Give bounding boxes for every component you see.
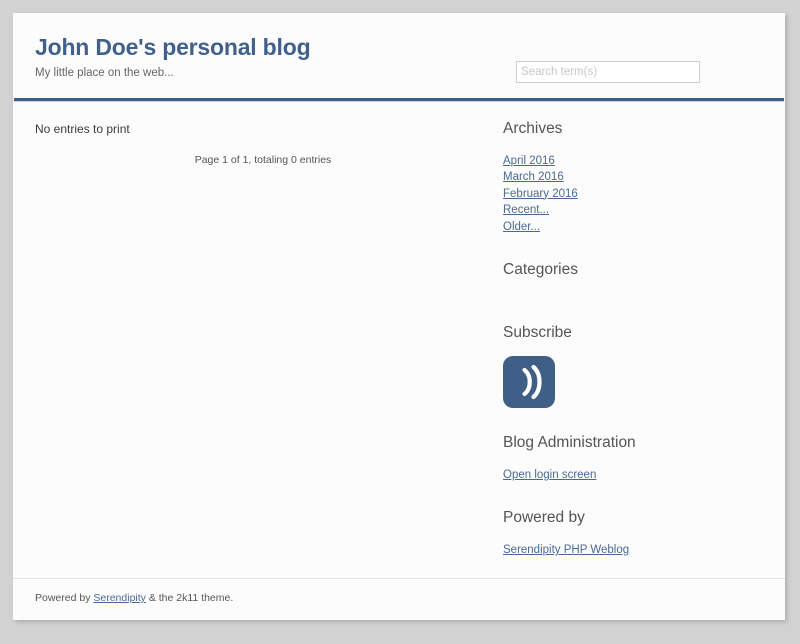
sidebar-heading-powered-by: Powered by — [503, 509, 585, 527]
rss-feed-icon[interactable] — [503, 356, 555, 409]
archive-link-march-2016[interactable]: March 2016 — [503, 171, 564, 183]
list-item: March 2016 — [503, 169, 763, 186]
archive-link-april-2016[interactable]: April 2016 — [503, 155, 555, 167]
empty-state-message: No entries to print — [35, 122, 130, 136]
list-item: Older... — [503, 219, 763, 236]
pagination-summary: Page 1 of 1, totaling 0 entries — [194, 154, 332, 166]
archives-link-list: April 2016 March 2016 February 2016 Rece… — [503, 153, 763, 236]
page-body: No entries to print Page 1 of 1, totalin… — [13, 102, 785, 584]
search-input[interactable] — [516, 61, 700, 83]
powered-by-body: Serendipity PHP Weblog — [503, 542, 763, 559]
list-item: Recent... — [503, 202, 763, 219]
list-item: April 2016 — [503, 153, 763, 170]
blog-title: John Doe's personal blog — [35, 34, 311, 60]
sidebar-plugin-categories: Categories — [503, 261, 763, 298]
subscribe-body — [503, 356, 763, 409]
archives-body: April 2016 March 2016 February 2016 Rece… — [503, 153, 763, 236]
blog-administration-body: Open login screen — [503, 467, 763, 484]
footer-prefix: Powered by — [35, 592, 94, 604]
archive-link-february-2016[interactable]: February 2016 — [503, 188, 578, 200]
main-content: No entries to print Page 1 of 1, totalin… — [13, 102, 491, 557]
sidebar-heading-blog-administration: Blog Administration — [503, 434, 636, 452]
search-form — [516, 61, 700, 83]
sidebar-plugin-subscribe: Subscribe — [503, 324, 763, 409]
footer-suffix: & the 2k11 theme. — [145, 592, 234, 604]
sidebar-plugin-archives: Archives April 2016 March 2016 February … — [503, 120, 763, 235]
sidebar-heading-subscribe: Subscribe — [503, 323, 572, 341]
site-header: John Doe's personal blog My little place… — [13, 13, 785, 98]
sidebar-heading-archives: Archives — [503, 120, 563, 137]
sidebar-plugin-blog-administration: Blog Administration Open login screen — [503, 434, 763, 483]
categories-body — [503, 294, 763, 298]
archive-link-older[interactable]: Older... — [503, 221, 540, 233]
serendipity-php-weblog-link[interactable]: Serendipity PHP Weblog — [503, 544, 629, 556]
open-login-screen-link[interactable]: Open login screen — [503, 469, 596, 481]
site-footer: Powered by Serendipity & the 2k11 theme. — [13, 578, 785, 620]
footer-serendipity-link[interactable]: Serendipity — [93, 592, 146, 604]
footer-credit: Powered by Serendipity & the 2k11 theme. — [13, 579, 785, 604]
sidebar-heading-categories: Categories — [503, 261, 578, 279]
archive-link-recent[interactable]: Recent... — [503, 204, 549, 216]
page-card: John Doe's personal blog My little place… — [13, 13, 785, 620]
list-item: February 2016 — [503, 186, 763, 203]
sidebar-plugin-powered-by: Powered by Serendipity PHP Weblog — [503, 509, 763, 558]
sidebar: Archives April 2016 March 2016 February … — [491, 102, 763, 584]
